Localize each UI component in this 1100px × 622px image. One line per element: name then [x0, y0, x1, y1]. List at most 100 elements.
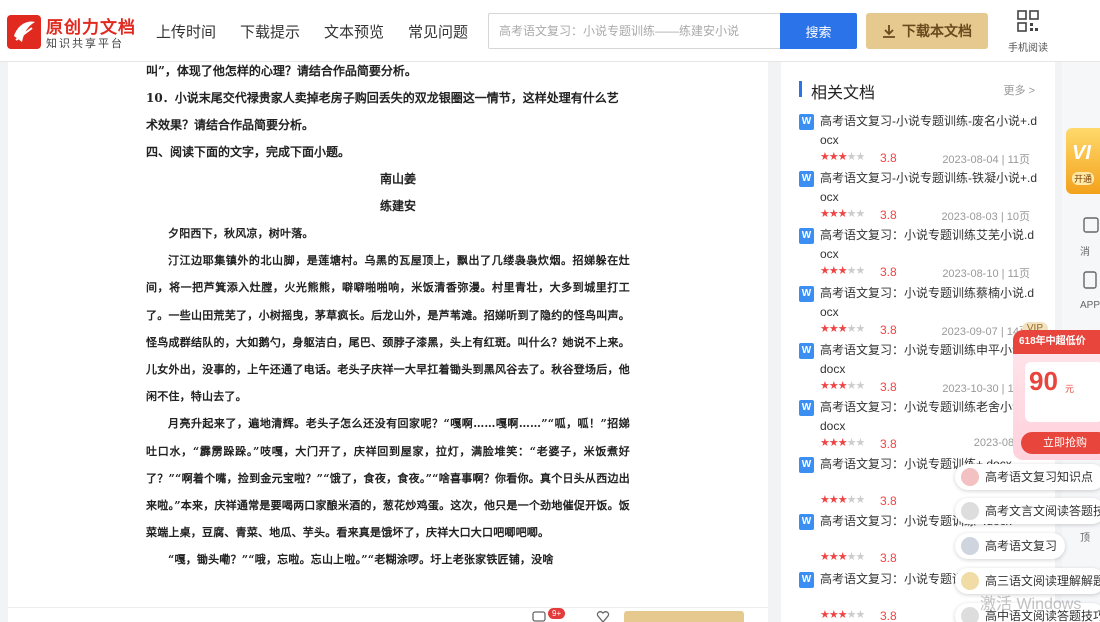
related-doc-item[interactable]: W 高考语文复习-小说专题训练-废名小说+.docx ★★★★★ 3.8 2023-08…	[799, 112, 1039, 169]
star-empty-icon: ★	[855, 379, 866, 392]
star-filled-icon: ★	[820, 151, 830, 163]
qr-code-icon	[1017, 10, 1039, 32]
bottom-download-button[interactable]	[624, 611, 744, 622]
related-doc-item[interactable]: W 高考语文复习-小说专题训练-铁凝小说+.docx ★★★★★ 3.8 2023-08…	[799, 169, 1039, 226]
download-document-button[interactable]: 下载本文档	[866, 13, 988, 49]
word-doc-icon: W	[799, 114, 814, 130]
chip-label: 高考语文复习	[985, 539, 1058, 553]
nav-text-preview[interactable]: 文本预览	[324, 21, 384, 42]
related-doc-item[interactable]: W 高考语文复习：小说专题训练老舍小说+.docx ★★★★★ 3.8 2023-08-…	[799, 398, 1039, 455]
back-to-top-label[interactable]: 顶	[1080, 529, 1090, 544]
related-doc-title[interactable]: 高考语文复习：小说专题训练申平小说+.docx	[820, 341, 1040, 379]
document-content: 叫”，体现了他怎样的心理？请结合作品简要分析。 10．小说末尾交代禄贵家人卖掉老…	[146, 62, 630, 574]
star-empty-icon: ★	[855, 608, 866, 621]
windows-activation-watermark: 激活 Windows	[980, 596, 1082, 613]
star-filled-icon: ★	[828, 265, 839, 278]
star-filled-icon: ★	[828, 379, 839, 392]
doc-paragraph: 月亮升起来了，遍地清辉。老头子怎么还没有回家呢？“嘎啊……嘎啊……”“呱，呱！”…	[146, 417, 630, 540]
star-empty-icon: ★	[846, 437, 857, 449]
more-link[interactable]: 更多 >	[1004, 82, 1035, 98]
related-doc-title[interactable]: 高考语文复习：小说专题训练蔡楠小说.docx	[820, 284, 1040, 322]
related-doc-item[interactable]: W 高考语文复习：小说专题训练申平小说+.docx ★★★★★ 3.8 2023-10-…	[799, 341, 1039, 398]
related-doc-item[interactable]: W 高考语文复习：小说专题训练艾芜小说.docx ★★★★★ 3.8 2023-08-1…	[799, 226, 1039, 283]
search-button[interactable]: 搜索	[780, 13, 857, 49]
doc-date-pages: 2023-08-03 | 10页	[941, 211, 1030, 224]
related-doc-meta: ★★★★★ 3.8 2023-08-04 | 11页	[820, 151, 1040, 167]
comment-icon[interactable]	[532, 610, 546, 622]
doc-line: 四、阅读下面的文字，完成下面小题。	[146, 145, 351, 159]
star-filled-icon: ★	[828, 608, 839, 621]
related-doc-meta: ★★★★★3.82023-09-07 | 14页VIP	[820, 321, 1048, 339]
star-empty-icon: ★	[846, 608, 857, 621]
star-empty-icon: ★	[855, 494, 866, 507]
star-filled-icon: ★	[828, 437, 839, 449]
suggestion-chip[interactable]: 高考语文复习知识点	[955, 464, 1100, 490]
mobile-read[interactable]: 手机阅读	[1002, 10, 1054, 54]
star-filled-icon: ★	[820, 322, 830, 335]
vip-promo-badge[interactable]: VI 开通	[1066, 128, 1100, 194]
doc-date: 2023-08-03	[941, 211, 998, 224]
related-doc-title[interactable]: 高考语文复习：小说专题训练老舍小说+.docx	[820, 398, 1040, 436]
star-filled-icon: ★	[828, 494, 839, 507]
star-filled-icon: ★	[837, 265, 848, 278]
star-empty-icon: ★	[855, 151, 866, 163]
comment-count-badge: 9+	[548, 608, 566, 619]
promo-amount: 90	[1029, 366, 1058, 396]
story-title: 南山姜	[379, 172, 416, 186]
app-label: APP	[1080, 300, 1100, 311]
doc-date: 2023-08-10	[942, 268, 999, 281]
top-nav: 上传时间 下载提示 文本预览 常见问题	[156, 21, 468, 42]
heart-icon[interactable]	[596, 610, 610, 622]
site-logo[interactable]: 原创力文档 知识共享平台	[6, 12, 135, 52]
star-empty-icon: ★	[855, 551, 866, 564]
sale-promo-card[interactable]: 618年中超低价 90 元 立即抢购	[1013, 330, 1100, 460]
rating-score: 3.8	[880, 379, 897, 394]
star-filled-icon: ★	[837, 437, 848, 449]
related-doc-title[interactable]: 高考语文复习：小说专题训练艾芜小说.docx	[820, 226, 1040, 264]
related-doc-meta: ★★★★★ 3.8 2023-08-03 | 10页	[820, 208, 1040, 224]
rating-stars: ★★★★★	[820, 379, 866, 392]
doc-paragraph: 夕阳西下，秋风凉，树叶落。	[168, 227, 314, 240]
nav-upload-time[interactable]: 上传时间	[156, 21, 216, 42]
promo-coupon: 90 元	[1025, 362, 1100, 422]
star-empty-icon: ★	[855, 265, 866, 278]
story-author: 练建安	[379, 199, 416, 213]
suggestion-chip[interactable]: 高考语文复习	[955, 533, 1065, 559]
rating-stars: ★★★★★	[820, 322, 866, 335]
related-doc-item[interactable]: W 高考语文复习：小说专题训练蔡楠小说.docx ★★★★★ 3.8 2023-09-0…	[799, 284, 1048, 341]
star-filled-icon: ★	[837, 379, 848, 392]
doc-line: 叫”，体现了他怎样的心理？请结合作品简要分析。	[146, 64, 417, 78]
rating-stars: ★★★★★	[820, 207, 865, 221]
nav-download-tips[interactable]: 下载提示	[240, 21, 300, 42]
chip-avatar-icon	[961, 572, 979, 590]
related-doc-title[interactable]: 高考语文复习-小说专题训练-铁凝小说+.docx	[820, 169, 1040, 207]
search-box	[488, 13, 780, 49]
star-filled-icon: ★	[828, 151, 839, 163]
logo-mark-icon	[7, 15, 41, 49]
search-input[interactable]	[489, 14, 780, 48]
suggestion-chip[interactable]: 高考文言文阅读答题技巧	[955, 498, 1100, 524]
star-empty-icon: ★	[846, 265, 857, 278]
word-doc-icon: W	[799, 228, 814, 245]
star-filled-icon: ★	[820, 494, 830, 507]
star-filled-icon: ★	[837, 494, 848, 507]
chip-label: 高考语文复习知识点	[985, 470, 1094, 484]
related-doc-meta: ★★★★★ 3.8 2023-08-10 | 11页	[820, 265, 1040, 281]
chip-avatar-icon	[961, 607, 979, 622]
doc-date: 2023-08-04	[942, 154, 999, 166]
vip-badge-sub: 开通	[1072, 172, 1095, 185]
doc-pages: 10页	[1006, 211, 1030, 224]
nav-faq[interactable]: 常见问题	[408, 21, 468, 42]
star-empty-icon: ★	[846, 379, 857, 392]
related-docs-title: 相关文档	[811, 85, 876, 102]
rating-stars: ★★★★★	[820, 550, 866, 564]
related-doc-title[interactable]: 高考语文复习-小说专题训练-废名小说+.docx	[820, 112, 1040, 150]
star-filled-icon: ★	[820, 208, 830, 221]
star-empty-icon: ★	[846, 151, 857, 163]
doc-date-pages: 2023-08-10 | 11页	[942, 268, 1030, 281]
promo-buy-button[interactable]: 立即抢购	[1021, 432, 1100, 454]
related-doc-meta: ★★★★★ 3.8 2023-08-01	[820, 437, 1040, 453]
doc-paragraph: 汀江边耶集镇外的北山脚，是莲塘村。乌黑的瓦屋顶上，飘出了几缕袅袅炊烟。招娣躲在灶…	[146, 254, 630, 404]
star-empty-icon: ★	[855, 322, 866, 335]
star-filled-icon: ★	[828, 208, 839, 221]
